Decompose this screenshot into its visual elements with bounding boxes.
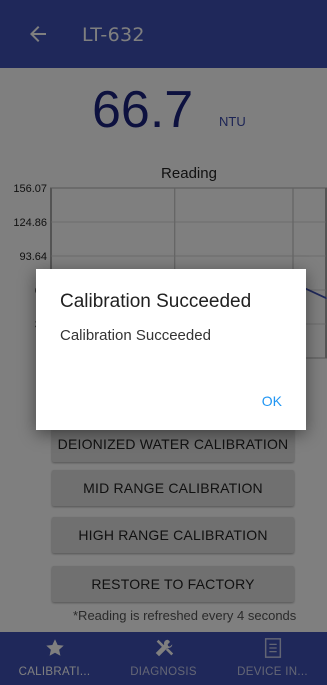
dialog-message: Calibration Succeeded [60,327,211,344]
calibration-dialog: Calibration Succeeded Calibration Succee… [36,269,306,430]
dialog-ok-button[interactable]: OK [256,391,288,411]
dialog-title: Calibration Succeeded [60,291,252,312]
